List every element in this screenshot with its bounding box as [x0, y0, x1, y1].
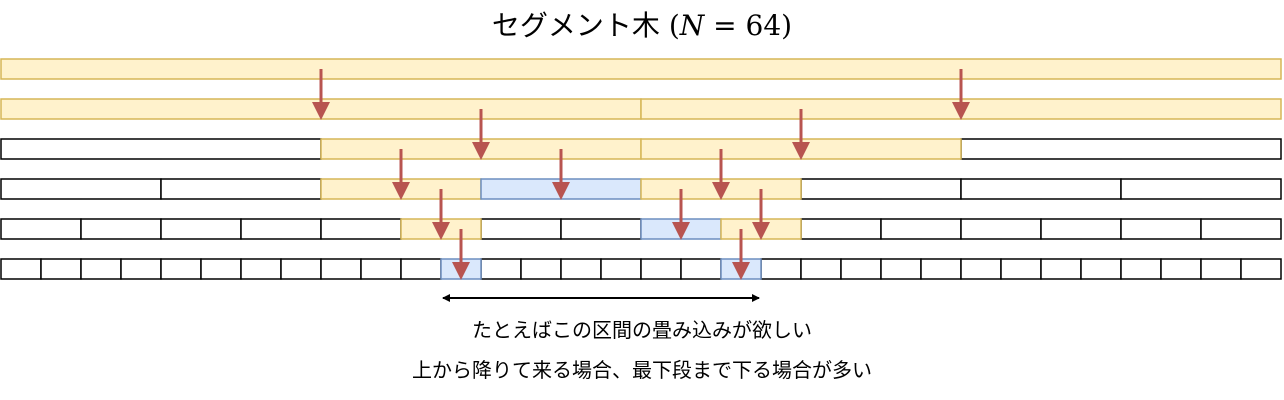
- tree-node-level-5-17: [680, 258, 722, 280]
- tree-node-level-4-4: [320, 218, 402, 240]
- tree-node-level-5-31: [1240, 258, 1282, 280]
- tree-node-level-5-0: [0, 258, 42, 280]
- tree-node-level-5-12: [480, 258, 522, 280]
- tree-node-level-5-23: [920, 258, 962, 280]
- tree-node-level-5-27: [1080, 258, 1122, 280]
- tree-node-level-5-6: [240, 258, 282, 280]
- tree-node-level-5-4: [160, 258, 202, 280]
- tree-node-level-4-12: [960, 218, 1042, 240]
- tree-node-level-4-10: [800, 218, 882, 240]
- tree-node-level-0-0-yellow: [0, 58, 1282, 80]
- tree-node-level-5-3: [120, 258, 162, 280]
- tree-node-level-4-6: [480, 218, 562, 240]
- tree-node-level-4-15: [1200, 218, 1282, 240]
- tree-node-level-5-20: [800, 258, 842, 280]
- tree-node-level-3-1: [160, 178, 322, 200]
- tree-node-level-4-3: [240, 218, 322, 240]
- tree-node-level-5-9: [360, 258, 402, 280]
- tree-node-level-3-7: [1120, 178, 1282, 200]
- tree-node-level-5-26: [1040, 258, 1082, 280]
- segment-tree-cells: [0, 58, 1282, 280]
- tree-node-level-5-1: [40, 258, 82, 280]
- tree-node-level-5-16: [640, 258, 682, 280]
- tree-node-level-5-25: [1000, 258, 1042, 280]
- caption-example-range: たとえばこの区間の畳み込みが欲しい: [472, 318, 812, 342]
- tree-node-level-5-30: [1200, 258, 1242, 280]
- tree-node-level-3-5: [800, 178, 962, 200]
- tree-node-level-5-7: [280, 258, 322, 280]
- tree-node-level-5-29: [1160, 258, 1202, 280]
- tree-node-level-4-14: [1120, 218, 1202, 240]
- tree-node-level-4-11: [880, 218, 962, 240]
- tree-node-level-4-7: [560, 218, 642, 240]
- tree-node-level-2-0: [0, 138, 322, 160]
- tree-node-level-4-0: [0, 218, 82, 240]
- tree-node-level-3-6: [960, 178, 1122, 200]
- tree-node-level-2-3: [960, 138, 1282, 160]
- tree-node-level-5-21: [840, 258, 882, 280]
- tree-node-level-5-28: [1120, 258, 1162, 280]
- tree-node-level-5-15: [600, 258, 642, 280]
- tree-node-level-5-5: [200, 258, 242, 280]
- tree-node-level-5-24: [960, 258, 1002, 280]
- tree-node-level-4-13: [1040, 218, 1122, 240]
- tree-node-level-3-0: [0, 178, 162, 200]
- tree-node-level-4-1: [80, 218, 162, 240]
- tree-node-level-5-19: [760, 258, 802, 280]
- tree-node-level-5-14: [560, 258, 602, 280]
- tree-node-level-4-2: [160, 218, 242, 240]
- tree-node-level-5-10: [400, 258, 442, 280]
- tree-node-level-5-13: [520, 258, 562, 280]
- tree-node-level-5-8: [320, 258, 362, 280]
- tree-node-level-5-2: [80, 258, 122, 280]
- caption-descent-note: 上から降りて来る場合、最下段まで下る場合が多い: [412, 358, 872, 382]
- tree-node-level-5-22: [880, 258, 922, 280]
